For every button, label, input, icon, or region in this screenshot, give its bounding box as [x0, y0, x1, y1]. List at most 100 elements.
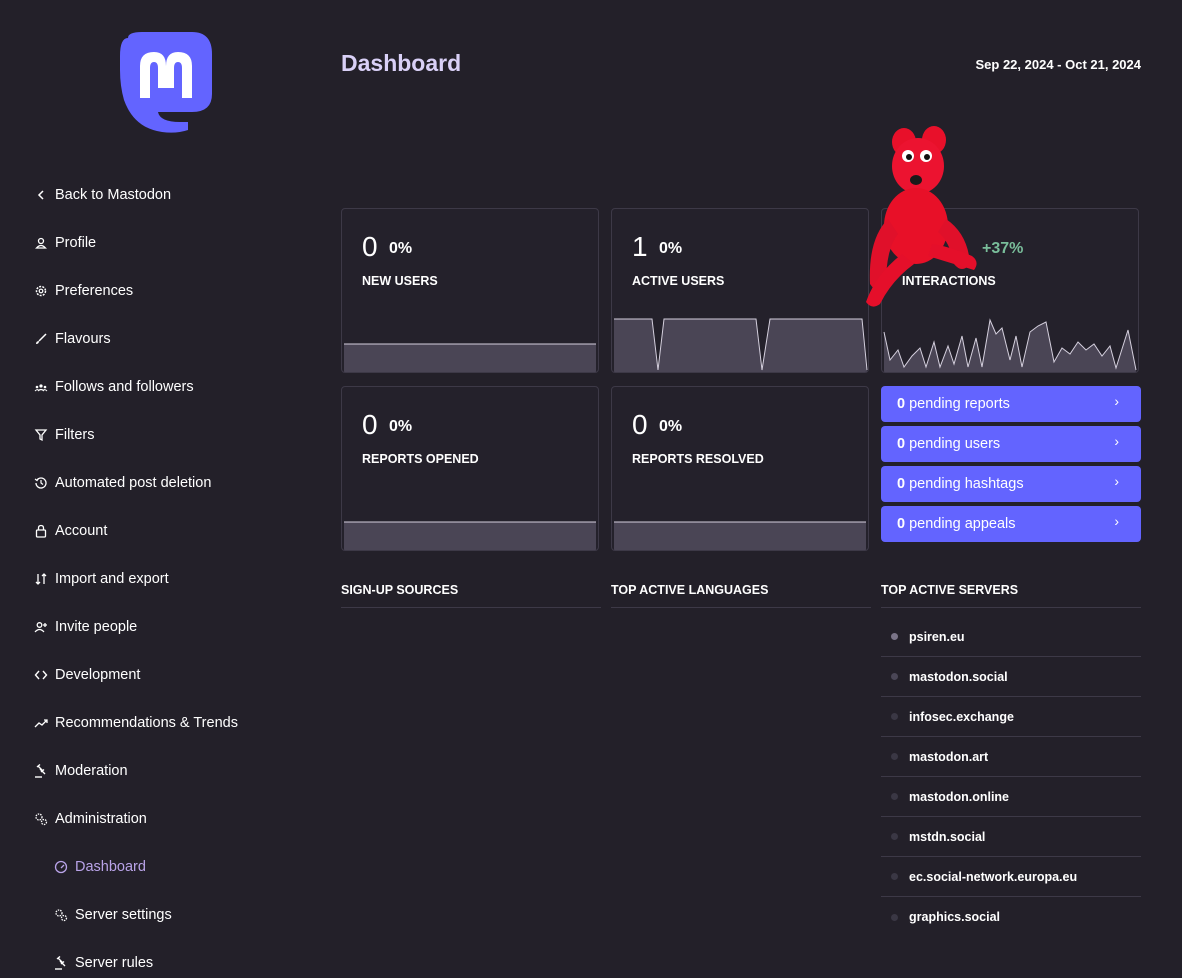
pending-label: pending reports — [909, 396, 1010, 412]
pending-count: 0 — [897, 436, 906, 452]
bullet-dot — [891, 753, 898, 760]
sidebar-item-automated-deletion[interactable]: Automated post deletion — [34, 471, 211, 495]
sidebar-item-server-settings[interactable]: Server settings — [54, 903, 172, 927]
metric-label: NEW USERS — [362, 274, 438, 288]
sidebar-item-recommendations[interactable]: Recommendations & Trends — [34, 711, 238, 735]
sidebar-item-dashboard[interactable]: Dashboard — [54, 855, 146, 879]
sidebar-item-label: Server rules — [75, 955, 154, 971]
pending-count: 0 — [897, 476, 906, 492]
server-name: mastodon.online — [909, 789, 1009, 804]
pending-count: 0 — [897, 516, 906, 532]
sparkline — [344, 521, 596, 550]
sidebar-item-back[interactable]: Back to Mastodon — [34, 183, 171, 207]
pending-label: pending appeals — [909, 516, 1016, 532]
sidebar-item-label: Back to Mastodon — [55, 187, 172, 203]
date-range: Sep 22, 2024 - Oct 21, 2024 — [975, 57, 1142, 72]
chevron-right-icon: › — [1114, 473, 1119, 489]
chevron-right-icon: › — [1114, 433, 1119, 449]
metric-label: REPORTS RESOLVED — [632, 452, 764, 466]
sidebar-item-administration[interactable]: Administration — [34, 807, 147, 831]
sidebar-item-label: Development — [55, 667, 141, 683]
signup-sources-heading: SIGN-UP SOURCES — [341, 583, 601, 608]
sidebar-item-label: Profile — [55, 235, 97, 251]
metric-card-new-users: 0 0% NEW USERS — [341, 208, 599, 373]
pending-label: pending users — [909, 436, 1001, 452]
trending-icon — [34, 716, 48, 730]
sparkline — [614, 318, 868, 372]
sidebar-item-label: Invite people — [55, 619, 138, 635]
metric-card-active-users: 1 0% ACTIVE USERS — [611, 208, 869, 373]
code-icon — [34, 668, 48, 682]
sidebar-item-label: Recommendations & Trends — [55, 715, 238, 731]
gear-icon — [34, 284, 48, 298]
import-export-icon — [34, 572, 48, 586]
sidebar-item-server-rules[interactable]: Server rules — [54, 951, 153, 975]
sidebar-item-label: Server settings — [75, 907, 172, 923]
server-name: psiren.eu — [909, 629, 965, 644]
user-icon — [34, 236, 48, 250]
metric-value: 0 — [362, 409, 378, 440]
pending-users-button[interactable]: 0 pending users › — [881, 426, 1141, 462]
gears-icon — [54, 908, 68, 922]
list-item: mastodon.social — [881, 657, 1141, 697]
sidebar-item-label: Moderation — [55, 763, 128, 779]
bullet-dot — [891, 793, 898, 800]
sidebar-item-preferences[interactable]: Preferences — [34, 279, 133, 303]
sidebar-item-import-export[interactable]: Import and export — [34, 567, 169, 591]
sidebar-item-label: Flavours — [55, 331, 111, 347]
bullet-dot — [891, 713, 898, 720]
filter-icon — [34, 428, 48, 442]
metric-card-reports-opened: 0 0% REPORTS OPENED — [341, 386, 599, 551]
server-name: mastodon.art — [909, 749, 989, 764]
bullet-dot — [891, 673, 898, 680]
list-item: ec.social-network.europa.eu — [881, 857, 1141, 897]
users-icon — [34, 380, 48, 394]
sidebar-item-development[interactable]: Development — [34, 663, 140, 687]
user-plus-icon — [34, 620, 48, 634]
sidebar-item-label: Automated post deletion — [55, 475, 212, 491]
gauge-icon — [54, 860, 68, 874]
sidebar-item-flavours[interactable]: Flavours — [34, 327, 111, 351]
chevron-left-icon — [34, 188, 48, 202]
sidebar-item-label: Account — [55, 523, 108, 539]
sidebar-item-label: Preferences — [55, 283, 134, 299]
sidebar-item-account[interactable]: Account — [34, 519, 107, 543]
pending-appeals-button[interactable]: 0 pending appeals › — [881, 506, 1141, 542]
bullet-dot — [891, 833, 898, 840]
metric-label: ACTIVE USERS — [632, 274, 725, 288]
sidebar-item-label: Follows and followers — [55, 379, 194, 395]
server-name: infosec.exchange — [909, 709, 1014, 724]
top-languages-heading: TOP ACTIVE LANGUAGES — [611, 583, 871, 608]
sidebar-item-profile[interactable]: Profile — [34, 231, 96, 255]
history-icon — [34, 476, 48, 490]
sidebar-item-moderation[interactable]: Moderation — [34, 759, 128, 783]
top-servers-list: psiren.eu mastodon.social infosec.exchan… — [881, 617, 1141, 937]
pending-hashtags-button[interactable]: 0 pending hashtags › — [881, 466, 1141, 502]
metric-change: 0% — [389, 240, 413, 257]
metric-label: REPORTS OPENED — [362, 452, 479, 466]
sparkline — [344, 343, 596, 372]
gears-icon — [34, 812, 48, 826]
list-item: mstdn.social — [881, 817, 1141, 857]
metric-value: 1 — [632, 231, 648, 262]
server-name: mstdn.social — [909, 829, 986, 844]
page-title: Dashboard — [341, 50, 462, 76]
sidebar-item-follows[interactable]: Follows and followers — [34, 375, 194, 399]
metric-value: 0 — [362, 231, 378, 262]
gavel-icon — [54, 956, 68, 970]
bear-mascot-image — [866, 126, 977, 307]
pending-reports-button[interactable]: 0 pending reports › — [881, 386, 1141, 422]
list-item: mastodon.art — [881, 737, 1141, 777]
list-item: graphics.social — [881, 897, 1141, 937]
metric-card-reports-resolved: 0 0% REPORTS RESOLVED — [611, 386, 869, 551]
mastodon-logo — [120, 32, 212, 133]
metric-change: 0% — [659, 418, 683, 435]
sidebar-item-filters[interactable]: Filters — [34, 423, 94, 447]
sidebar-item-label: Dashboard — [75, 859, 146, 875]
metric-change: +37% — [982, 240, 1024, 257]
top-servers-heading: TOP ACTIVE SERVERS — [881, 583, 1141, 608]
chevron-right-icon: › — [1114, 393, 1119, 409]
sidebar-item-label: Filters — [55, 427, 95, 443]
sidebar-item-label: Import and export — [55, 571, 169, 587]
sidebar-item-invite[interactable]: Invite people — [34, 615, 137, 639]
